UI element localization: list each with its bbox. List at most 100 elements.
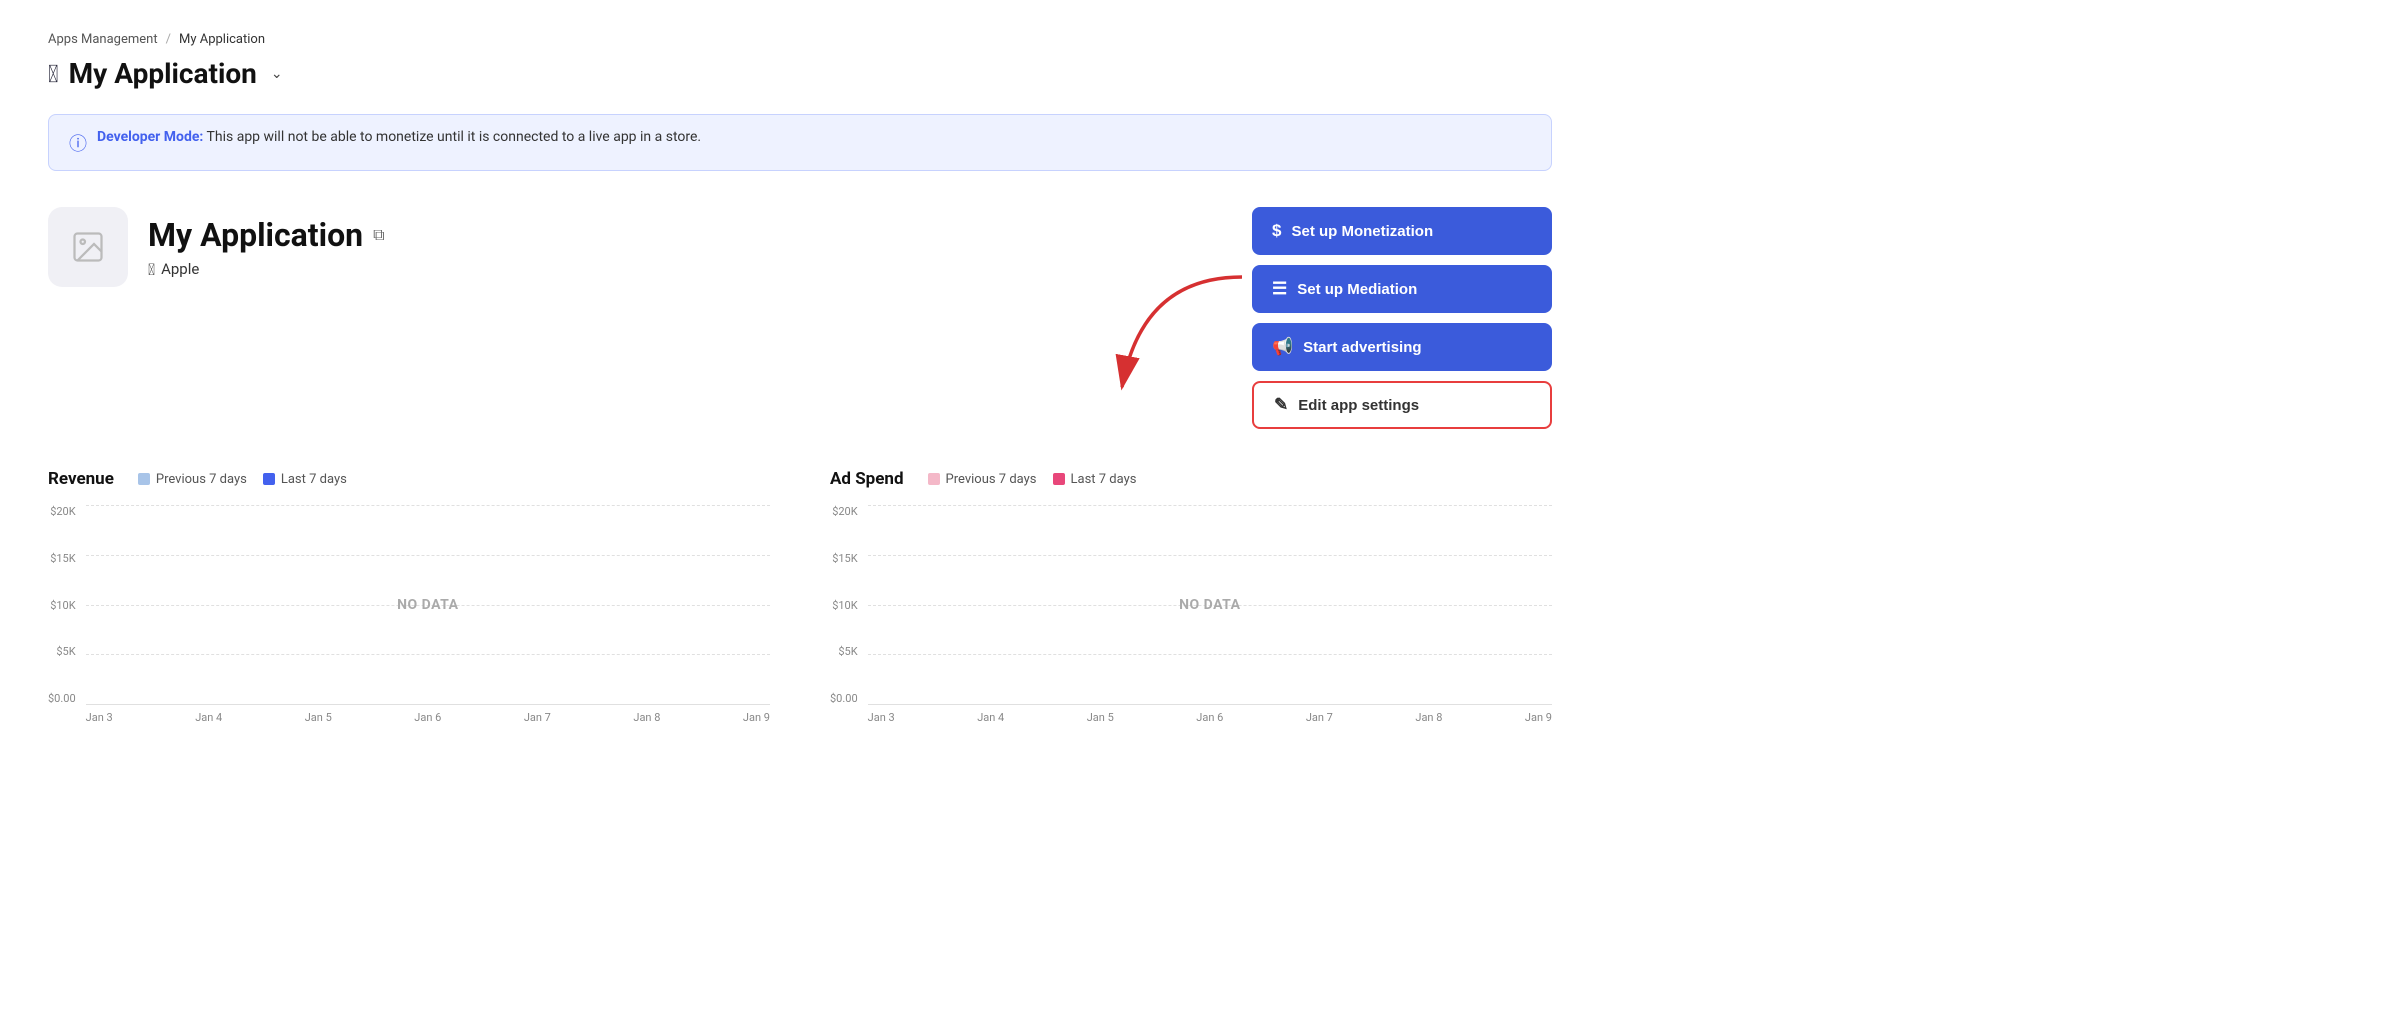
rev-x-jan6: Jan 6: [414, 711, 441, 724]
breadcrumb-separator: /: [166, 32, 171, 47]
rev-x-jan4: Jan 4: [195, 711, 222, 724]
action-area: $ Set up Monetization ☰ Set up Mediation…: [1252, 207, 1552, 429]
action-buttons: $ Set up Monetization ☰ Set up Mediation…: [1252, 207, 1552, 429]
revenue-chart-area: $20K $15K $10K $5K $0.00 NO DATA: [48, 505, 770, 724]
dev-banner-text: Developer Mode: This app will not be abl…: [97, 129, 701, 145]
setup-monetization-label: Set up Monetization: [1291, 223, 1433, 240]
ad-spend-prev-dot: [928, 473, 940, 485]
edit-icon: ✎: [1274, 395, 1288, 415]
revenue-prev-dot: [138, 473, 150, 485]
dev-banner-message: This app will not be able to monetize un…: [207, 129, 702, 145]
ad-spend-chart: Ad Spend Previous 7 days Last 7 days $20…: [830, 469, 1552, 724]
start-advertising-label: Start advertising: [1303, 339, 1421, 356]
setup-mediation-button[interactable]: ☰ Set up Mediation: [1252, 265, 1552, 313]
revenue-prev-label: Previous 7 days: [156, 472, 247, 487]
revenue-chart: Revenue Previous 7 days Last 7 days $20K…: [48, 469, 770, 724]
app-name-block: My Application ⧉  Apple: [148, 216, 385, 279]
megaphone-icon: 📢: [1272, 337, 1293, 357]
revenue-prev-legend: Previous 7 days: [138, 472, 247, 487]
setup-monetization-button[interactable]: $ Set up Monetization: [1252, 207, 1552, 255]
breadcrumb-parent[interactable]: Apps Management: [48, 32, 158, 47]
ad-spend-y-15k: $15K: [832, 552, 857, 565]
start-advertising-button[interactable]: 📢 Start advertising: [1252, 323, 1552, 371]
ad-spend-chart-area: $20K $15K $10K $5K $0.00 NO DATA: [830, 505, 1552, 724]
grid-line-1: [86, 505, 770, 506]
revenue-last-label: Last 7 days: [281, 472, 347, 487]
dev-mode-banner: ⓘ Developer Mode: This app will not be a…: [48, 114, 1552, 171]
revenue-chart-header: Revenue Previous 7 days Last 7 days: [48, 469, 770, 489]
grid-line-4: [86, 654, 770, 655]
dropdown-arrow-icon[interactable]: ⌄: [271, 66, 283, 82]
ad-grid-line-1: [868, 505, 1552, 506]
ad-spend-y-0: $0.00: [830, 692, 858, 705]
app-icon-placeholder: [48, 207, 128, 287]
app-name-row: My Application ⧉: [148, 216, 385, 254]
ad-spend-y-5k: $5K: [838, 645, 857, 658]
revenue-legend: Previous 7 days Last 7 days: [138, 472, 347, 487]
revenue-last-legend: Last 7 days: [263, 472, 347, 487]
charts-section: Revenue Previous 7 days Last 7 days $20K…: [48, 469, 1552, 724]
rev-x-jan7: Jan 7: [524, 711, 551, 724]
breadcrumb-current: My Application: [179, 32, 265, 47]
revenue-y-20k: $20K: [50, 505, 75, 518]
revenue-chart-title: Revenue: [48, 469, 114, 489]
grid-line-2: [86, 555, 770, 556]
revenue-y-axis: $20K $15K $10K $5K $0.00: [48, 505, 86, 705]
rev-x-jan3: Jan 3: [86, 711, 113, 724]
image-placeholder-icon: [70, 229, 106, 265]
ad-spend-chart-body: NO DATA Jan 3 Jan 4 Jan 5 Jan 6 Jan 7 Ja…: [868, 505, 1552, 724]
app-header: My Application ⧉  Apple: [48, 207, 1552, 429]
edit-app-settings-button[interactable]: ✎ Edit app settings: [1252, 381, 1552, 429]
ad-spend-y-20k: $20K: [832, 505, 857, 518]
ad-grid-line-4: [868, 654, 1552, 655]
ad-x-jan8: Jan 8: [1415, 711, 1442, 724]
ad-x-jan6: Jan 6: [1196, 711, 1223, 724]
ad-spend-last-legend: Last 7 days: [1053, 472, 1137, 487]
ad-spend-chart-header: Ad Spend Previous 7 days Last 7 days: [830, 469, 1552, 489]
rev-x-jan9: Jan 9: [743, 711, 770, 724]
page-title-row:  My Application ⌄: [48, 57, 1552, 90]
revenue-no-data: NO DATA: [397, 597, 458, 613]
app-platform-row:  Apple: [148, 260, 385, 279]
dollar-icon: $: [1272, 221, 1281, 241]
app-name: My Application: [148, 216, 363, 254]
ad-spend-chart-grid: NO DATA: [868, 505, 1552, 705]
ad-spend-y-10k: $10K: [832, 599, 857, 612]
revenue-chart-grid: NO DATA: [86, 505, 770, 705]
apple-platform-icon: : [148, 260, 155, 279]
revenue-y-5k: $5K: [56, 645, 75, 658]
rev-x-jan8: Jan 8: [633, 711, 660, 724]
edit-app-settings-label: Edit app settings: [1298, 397, 1419, 414]
apple-icon: : [48, 62, 59, 86]
setup-mediation-label: Set up Mediation: [1297, 281, 1417, 298]
ad-x-jan5: Jan 5: [1087, 711, 1114, 724]
ad-spend-x-axis: Jan 3 Jan 4 Jan 5 Jan 6 Jan 7 Jan 8 Jan …: [868, 705, 1552, 724]
rev-x-jan5: Jan 5: [305, 711, 332, 724]
layers-icon: ☰: [1272, 279, 1287, 299]
revenue-y-0: $0.00: [48, 692, 76, 705]
app-info: My Application ⧉  Apple: [48, 207, 385, 287]
annotation-arrow: [1102, 267, 1262, 487]
ad-grid-line-2: [868, 555, 1552, 556]
external-link-icon[interactable]: ⧉: [373, 225, 384, 245]
revenue-last-dot: [263, 473, 275, 485]
page-title: My Application: [69, 57, 257, 90]
ad-spend-chart-title: Ad Spend: [830, 469, 904, 489]
app-platform: Apple: [161, 260, 199, 278]
ad-spend-prev-label: Previous 7 days: [946, 472, 1037, 487]
revenue-x-axis: Jan 3 Jan 4 Jan 5 Jan 6 Jan 7 Jan 8 Jan …: [86, 705, 770, 724]
ad-spend-legend: Previous 7 days Last 7 days: [928, 472, 1137, 487]
breadcrumb: Apps Management / My Application: [48, 32, 1552, 47]
ad-spend-no-data: NO DATA: [1179, 597, 1240, 613]
ad-spend-prev-legend: Previous 7 days: [928, 472, 1037, 487]
ad-spend-y-axis: $20K $15K $10K $5K $0.00: [830, 505, 868, 705]
ad-x-jan7: Jan 7: [1306, 711, 1333, 724]
revenue-chart-body: NO DATA Jan 3 Jan 4 Jan 5 Jan 6 Jan 7 Ja…: [86, 505, 770, 724]
info-icon: ⓘ: [69, 130, 87, 156]
ad-spend-last-label: Last 7 days: [1071, 472, 1137, 487]
dev-banner-label: Developer Mode:: [97, 129, 203, 145]
ad-x-jan9: Jan 9: [1525, 711, 1552, 724]
ad-x-jan3: Jan 3: [868, 711, 895, 724]
ad-spend-last-dot: [1053, 473, 1065, 485]
revenue-y-10k: $10K: [50, 599, 75, 612]
